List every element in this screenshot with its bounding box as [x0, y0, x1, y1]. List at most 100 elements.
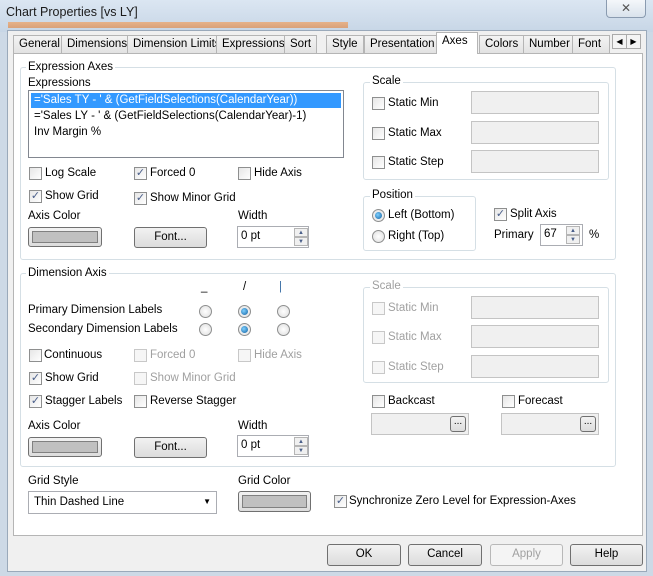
list-item[interactable]: ='Sales LY - ' & (GetFieldSelections(Cal…: [31, 109, 341, 124]
static-min-input[interactable]: [471, 91, 599, 114]
spin-up-icon[interactable]: ▲: [566, 226, 580, 235]
position-right-label: Right (Top): [388, 230, 445, 242]
dim-show-minor-grid-checkbox[interactable]: [134, 372, 147, 385]
tab-number[interactable]: Number: [523, 35, 576, 53]
cancel-button[interactable]: Cancel: [408, 544, 482, 566]
forecast-label: Forecast: [518, 395, 563, 407]
forced-0-label: Forced 0: [150, 167, 196, 179]
tab-colors[interactable]: Colors: [479, 35, 525, 53]
dim-font-button[interactable]: Font...: [134, 437, 207, 458]
spin-down-icon[interactable]: ▼: [294, 446, 308, 455]
static-min-label: Static Min: [388, 97, 439, 109]
grid-color-label: Grid Color: [238, 475, 291, 487]
primary-vertical-radio[interactable]: [277, 305, 290, 318]
spin-down-icon[interactable]: ▼: [566, 235, 580, 244]
dim-static-min-input[interactable]: [471, 296, 599, 319]
ok-button[interactable]: OK: [327, 544, 401, 566]
apply-button[interactable]: Apply: [490, 544, 563, 566]
static-max-checkbox[interactable]: [372, 127, 385, 140]
backcast-checkbox[interactable]: [372, 395, 385, 408]
primary-horizontal-radio[interactable]: [199, 305, 212, 318]
forecast-browse-button[interactable]: ...: [580, 416, 596, 432]
dim-static-max-input[interactable]: [471, 325, 599, 348]
font-button[interactable]: Font...: [134, 227, 207, 248]
dim-static-step-checkbox[interactable]: [372, 361, 385, 374]
dim-static-min-checkbox[interactable]: [372, 302, 385, 315]
position-left-radio[interactable]: [372, 209, 385, 222]
tab-font[interactable]: Font: [572, 35, 610, 53]
spin-up-icon[interactable]: ▲: [294, 437, 308, 446]
secondary-vertical-radio[interactable]: [277, 323, 290, 336]
dim-show-grid-label: Show Grid: [45, 372, 99, 384]
static-step-input[interactable]: [471, 150, 599, 173]
tab-axes[interactable]: Axes: [436, 32, 478, 54]
static-max-label: Static Max: [388, 127, 442, 139]
log-scale-checkbox[interactable]: [29, 167, 42, 180]
primary-diagonal-radio[interactable]: [238, 305, 251, 318]
tab-dimensions[interactable]: Dimensions: [61, 35, 134, 53]
expressions-listbox[interactable]: ='Sales TY - ' & (GetFieldSelections(Cal…: [28, 90, 344, 158]
color-swatch: [32, 231, 98, 243]
show-grid-label: Show Grid: [45, 190, 99, 202]
color-swatch: [32, 441, 98, 453]
primary-dimension-labels-label: Primary Dimension Labels: [28, 304, 163, 316]
static-min-checkbox[interactable]: [372, 97, 385, 110]
split-axis-label: Split Axis: [510, 208, 557, 220]
tab-scroll-right-icon[interactable]: ▶: [626, 34, 641, 49]
grid-style-dropdown[interactable]: Thin Dashed Line ▼: [28, 491, 217, 514]
vertical-orientation-label: |: [279, 281, 282, 293]
static-step-checkbox[interactable]: [372, 156, 385, 169]
static-step-label: Static Step: [388, 156, 444, 168]
tab-dimension-limits[interactable]: Dimension Limits: [127, 35, 227, 53]
tab-style[interactable]: Style: [326, 35, 364, 53]
reverse-stagger-label: Reverse Stagger: [150, 395, 237, 407]
dim-hide-axis-checkbox[interactable]: [238, 349, 251, 362]
dim-forced-0-checkbox[interactable]: [134, 349, 147, 362]
position-right-radio[interactable]: [372, 230, 385, 243]
forecast-checkbox[interactable]: [502, 395, 515, 408]
dim-hide-axis-label: Hide Axis: [254, 349, 302, 361]
grid-color-button[interactable]: [238, 491, 311, 512]
percent-label: %: [589, 229, 600, 241]
secondary-horizontal-radio[interactable]: [199, 323, 212, 336]
sync-zero-checkbox[interactable]: ✓: [334, 495, 347, 508]
dim-show-grid-checkbox[interactable]: ✓: [29, 372, 42, 385]
tab-general[interactable]: General: [13, 35, 66, 53]
show-grid-checkbox[interactable]: ✓: [29, 190, 42, 203]
dim-static-step-label: Static Step: [388, 361, 444, 373]
dim-static-step-input[interactable]: [471, 355, 599, 378]
position-left-label: Left (Bottom): [388, 209, 455, 221]
tab-expressions[interactable]: Expressions: [216, 35, 291, 53]
secondary-diagonal-radio[interactable]: [238, 323, 251, 336]
spin-up-icon[interactable]: ▲: [294, 228, 308, 237]
chevron-down-icon: ▼: [203, 497, 211, 506]
axis-color-button[interactable]: [28, 227, 102, 247]
dim-forced-0-label: Forced 0: [150, 349, 196, 361]
dim-static-max-checkbox[interactable]: [372, 331, 385, 344]
dim-axis-color-button[interactable]: [28, 437, 102, 457]
hide-axis-checkbox[interactable]: [238, 167, 251, 180]
help-button[interactable]: Help: [570, 544, 643, 566]
continuous-checkbox[interactable]: [29, 349, 42, 362]
dim-static-min-label: Static Min: [388, 302, 439, 314]
split-axis-checkbox[interactable]: ✓: [494, 208, 507, 221]
color-swatch: [242, 495, 307, 508]
background-highlight: [8, 22, 348, 28]
stagger-labels-checkbox[interactable]: ✓: [29, 395, 42, 408]
close-button[interactable]: ✕: [606, 0, 646, 18]
show-minor-grid-checkbox[interactable]: ✓: [134, 192, 147, 205]
grid-style-value: Thin Dashed Line: [34, 496, 125, 508]
backcast-browse-button[interactable]: ...: [450, 416, 466, 432]
reverse-stagger-checkbox[interactable]: [134, 395, 147, 408]
list-item[interactable]: ='Sales TY - ' & (GetFieldSelections(Cal…: [31, 93, 341, 108]
list-item[interactable]: Inv Margin %: [31, 125, 341, 140]
spin-down-icon[interactable]: ▼: [294, 237, 308, 246]
static-max-input[interactable]: [471, 121, 599, 144]
forced-0-checkbox[interactable]: ✓: [134, 167, 147, 180]
tab-presentation[interactable]: Presentation: [364, 35, 441, 53]
primary-label: Primary: [494, 229, 534, 241]
tab-scroll-left-icon[interactable]: ◀: [612, 34, 627, 49]
dim-axis-color-label: Axis Color: [28, 420, 81, 432]
tab-sort[interactable]: Sort: [284, 35, 318, 53]
scale-label: Scale: [370, 75, 403, 87]
